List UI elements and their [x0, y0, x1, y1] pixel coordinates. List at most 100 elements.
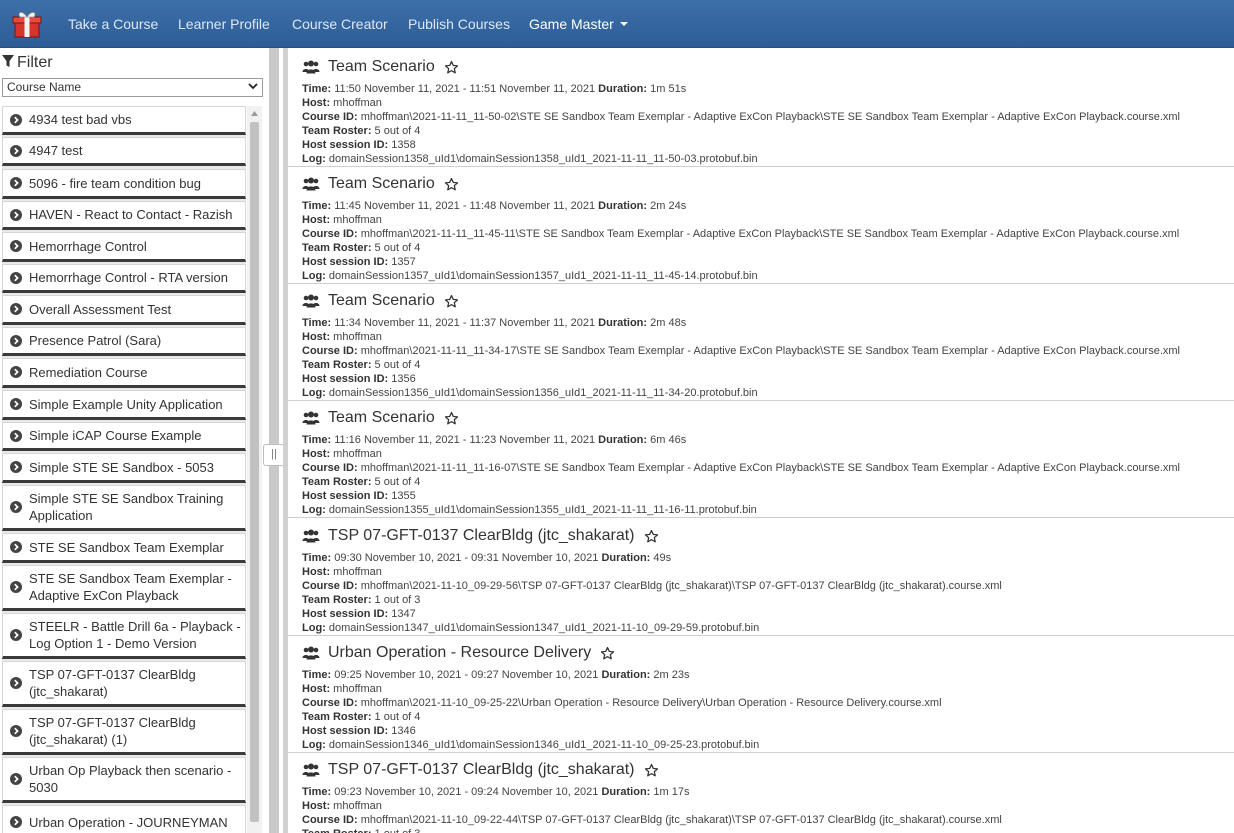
nav-take-a-course[interactable]: Take a Course — [68, 16, 158, 32]
star-outline-icon[interactable] — [644, 529, 659, 544]
session-title[interactable]: TSP 07-GFT-0137 ClearBldg (jtc_shakarat) — [328, 761, 635, 779]
chevron-circle-right-icon — [10, 334, 22, 347]
course-list-item[interactable]: Simple STE SE Sandbox Training Applicati… — [2, 485, 246, 531]
course-id-value: mhoffman\2021-11-11_11-16-07\STE SE Sand… — [360, 462, 1180, 474]
session-host: Host: mhoffman — [302, 213, 1234, 227]
roster-label: Team Roster: — [302, 711, 372, 723]
course-list-item[interactable]: Simple Example Unity Application — [2, 390, 246, 420]
splitter-handle[interactable]: || — [263, 444, 285, 466]
nav-publish-courses[interactable]: Publish Courses — [408, 16, 510, 32]
scroll-thumb[interactable] — [250, 122, 259, 822]
chevron-circle-right-icon — [10, 366, 22, 378]
chevron-circle-right-icon — [10, 271, 22, 284]
scroll-up-arrow-icon[interactable] — [251, 111, 258, 116]
session-course-id: Course ID: mhoffman\2021-11-10_09-25-22\… — [302, 696, 1234, 710]
session-title[interactable]: TSP 07-GFT-0137 ClearBldg (jtc_shakarat) — [328, 527, 635, 545]
star-outline-icon[interactable] — [644, 763, 659, 778]
chevron-circle-right-icon — [10, 677, 22, 689]
course-list-item[interactable]: Simple iCAP Course Example — [2, 422, 246, 451]
session-list: Team Scenario Time: 11:50 November 11, 20… — [283, 48, 1234, 833]
course-list-item[interactable]: TSP 07-GFT-0137 ClearBldg (jtc_shakarat)… — [2, 709, 246, 755]
time-label: Time: — [302, 552, 332, 564]
course-list-item[interactable]: STE SE Sandbox Team Exemplar — [2, 533, 246, 563]
session-header: TSP 07-GFT-0137 ClearBldg (jtc_shakarat) — [302, 526, 1234, 546]
session-title[interactable]: Team Scenario — [328, 409, 435, 427]
users-icon — [302, 646, 320, 660]
session-host-id: Host session ID: 1356 — [302, 372, 1234, 386]
course-list-item[interactable]: Urban Operation - JOURNEYMAN — [2, 805, 246, 833]
chevron-circle-right-icon — [10, 461, 22, 473]
time-label: Time: — [302, 786, 332, 798]
session-title[interactable]: Team Scenario — [328, 175, 435, 193]
course-list-item[interactable]: TSP 07-GFT-0137 ClearBldg (jtc_shakarat) — [2, 661, 246, 707]
time-value: 09:30 November 10, 2021 - 09:31 November… — [334, 552, 599, 564]
nav-game-master[interactable]: Game Master — [529, 16, 628, 32]
course-list-item[interactable]: STE SE Sandbox Team Exemplar - Adaptive … — [2, 565, 246, 611]
session-entry[interactable]: TSP 07-GFT-0137 ClearBldg (jtc_shakarat)… — [288, 519, 1234, 636]
log-label: Log: — [302, 153, 326, 165]
session-roster: Team Roster: 1 out of 3 — [302, 827, 1234, 833]
chevron-circle-right-icon — [10, 208, 22, 221]
session-title[interactable]: Urban Operation - Resource Delivery — [328, 644, 591, 662]
session-host: Host: mhoffman — [302, 447, 1234, 461]
roster-label: Team Roster: — [302, 594, 372, 606]
course-list-item[interactable]: Hemorrhage Control - RTA version — [2, 264, 246, 293]
session-host-id: Host session ID: 1346 — [302, 724, 1234, 738]
filter-select[interactable]: Course Name — [2, 78, 263, 97]
session-title[interactable]: Team Scenario — [328, 58, 435, 76]
session-entry[interactable]: Urban Operation - Resource Delivery Time:… — [288, 636, 1234, 753]
star-outline-icon[interactable] — [444, 411, 459, 426]
filter-sidebar: Filter Course Name 4934 test bad vbs 4947… — [0, 48, 265, 833]
session-log: Log: domainSession1357_uId1\domainSessio… — [302, 269, 1234, 283]
course-list-scrollbar[interactable] — [247, 106, 262, 833]
session-entry[interactable]: Team Scenario Time: 11:34 November 11, 20… — [288, 284, 1234, 401]
session-roster: Team Roster: 5 out of 4 — [302, 124, 1234, 138]
session-entry[interactable]: Team Scenario Time: 11:16 November 11, 20… — [288, 401, 1234, 518]
session-log: Log: domainSession1347_uId1\domainSessio… — [302, 621, 1234, 635]
gift-logo-icon[interactable] — [12, 9, 42, 39]
course-list-item[interactable]: 4934 test bad vbs — [2, 106, 246, 135]
session-time: Time: 11:34 November 11, 2021 - 11:37 No… — [302, 316, 1234, 330]
roster-label: Team Roster: — [302, 359, 372, 371]
course-item-label: Simple iCAP Course Example — [29, 428, 202, 443]
course-item-label: Presence Patrol (Sara) — [29, 333, 162, 348]
nav-course-creator[interactable]: Course Creator — [292, 16, 388, 32]
log-value: domainSession1346_uId1\domainSession1346… — [328, 739, 760, 751]
session-entry[interactable]: Team Scenario Time: 11:50 November 11, 20… — [288, 50, 1234, 167]
course-list-item[interactable]: Hemorrhage Control — [2, 232, 246, 262]
star-outline-icon[interactable] — [444, 294, 459, 309]
star-outline-icon[interactable] — [444, 60, 459, 75]
session-entry[interactable]: Team Scenario Time: 11:45 November 11, 20… — [288, 167, 1234, 284]
course-id-label: Course ID: — [302, 580, 358, 592]
course-list-item[interactable]: STEELR - Battle Drill 6a - Playback - Lo… — [2, 613, 246, 659]
star-outline-icon[interactable] — [600, 646, 615, 661]
star-outline-icon[interactable] — [444, 177, 459, 192]
log-label: Log: — [302, 504, 326, 516]
panel-splitter[interactable]: || — [263, 48, 285, 833]
time-value: 11:34 November 11, 2021 - 11:37 November… — [334, 317, 596, 329]
splitter-bar[interactable] — [269, 48, 279, 833]
course-id-label: Course ID: — [302, 345, 358, 357]
duration-value: 1m 17s — [653, 786, 690, 798]
host-session-label: Host session ID: — [302, 608, 389, 620]
chevron-circle-right-icon — [10, 429, 22, 442]
session-course-id: Course ID: mhoffman\2021-11-11_11-45-11\… — [302, 227, 1234, 241]
course-list-item[interactable]: Remediation Course — [2, 358, 246, 388]
host-label: Host: — [302, 97, 331, 109]
course-list-item[interactable]: Overall Assessment Test — [2, 295, 246, 325]
duration-label: Duration: — [601, 786, 651, 798]
session-time: Time: 11:16 November 11, 2021 - 11:23 No… — [302, 433, 1234, 447]
session-roster: Team Roster: 1 out of 4 — [302, 710, 1234, 724]
session-entry[interactable]: TSP 07-GFT-0137 ClearBldg (jtc_shakarat)… — [288, 753, 1234, 833]
nav-learner-profile[interactable]: Learner Profile — [178, 16, 270, 32]
chevron-circle-right-icon — [10, 177, 22, 189]
course-list-item[interactable]: Presence Patrol (Sara) — [2, 327, 246, 356]
course-list-item[interactable]: 5096 - fire team condition bug — [2, 169, 246, 199]
host-session-label: Host session ID: — [302, 725, 389, 737]
duration-label: Duration: — [598, 317, 648, 329]
course-list-item[interactable]: HAVEN - React to Contact - Razish — [2, 201, 246, 230]
course-list-item[interactable]: 4947 test — [2, 137, 246, 166]
course-list-item[interactable]: Urban Op Playback then scenario - 5030 — [2, 757, 246, 803]
course-list-item[interactable]: Simple STE SE Sandbox - 5053 — [2, 453, 246, 483]
session-title[interactable]: Team Scenario — [328, 292, 435, 310]
